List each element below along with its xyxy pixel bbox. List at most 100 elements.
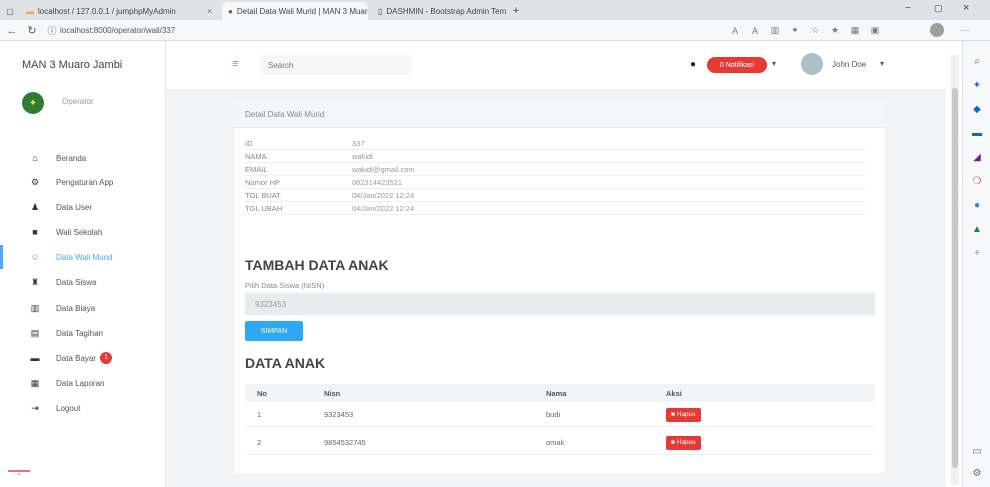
sidebar-item-pengaturan-app[interactable]: ⚙ Pengaturan App: [0, 170, 165, 194]
minimize-button[interactable]: −: [905, 3, 911, 14]
sidebar-item-data-bayar[interactable]: ▬ Data Bayar 1: [0, 346, 165, 370]
sidebar-item-data-wali-murid[interactable]: ☺ Data Wali Murid: [0, 245, 165, 269]
add-panel-icon[interactable]: +: [970, 246, 984, 260]
detail-row-id: ID 337: [245, 138, 865, 150]
cell-nama: budi: [546, 410, 561, 419]
sidebar-item-wali-sekolah[interactable]: ■ Wali Sekolah: [0, 220, 165, 244]
new-tab-button[interactable]: +: [508, 2, 524, 20]
user-name[interactable]: John Doe: [832, 60, 866, 69]
chevron-down-icon[interactable]: ▾: [772, 59, 776, 68]
office-icon[interactable]: ❍: [970, 174, 984, 188]
notification-badge[interactable]: 0 Notifikasi: [707, 57, 767, 73]
favorites-icon[interactable]: ★: [828, 23, 842, 38]
detail-value: 04/Jan/2022 12:24: [352, 204, 415, 213]
card-title: Detail Data Wali Murid: [245, 110, 325, 119]
sidebar-item-label: Data Siswa: [56, 277, 97, 287]
profile-avatar[interactable]: [930, 23, 944, 37]
sidebar-item-beranda[interactable]: ⌂ Beranda: [0, 146, 165, 170]
reload-icon[interactable]: ↻: [24, 23, 40, 38]
more-options-icon[interactable]: ⋯: [958, 23, 972, 38]
browser-tab-phpmyadmin[interactable]: ▬ localhost / 127.0.0.1 / jumphpMyAdmin …: [20, 2, 218, 20]
cell-nisn: 9854532745: [324, 438, 366, 447]
sidebar-item-data-siswa[interactable]: ♜ Data Siswa: [0, 270, 165, 294]
sidebar-item-data-laporan[interactable]: ▦ Data Laporan: [0, 371, 165, 395]
extensions-icon[interactable]: ✦: [788, 23, 802, 38]
report-icon: ▦: [30, 377, 40, 388]
user-avatar[interactable]: [801, 53, 823, 75]
detail-row-email: EMAIL wakidi@gmail.com: [245, 164, 865, 176]
student-icon: ♜: [30, 276, 40, 287]
site-favicon-icon: ●: [228, 6, 233, 16]
cell-nama: omak: [546, 438, 565, 447]
collections-icon[interactable]: ▦: [848, 23, 862, 38]
table-header: No Nisn Nama Aksi: [245, 384, 875, 402]
outlook-icon[interactable]: ●: [970, 198, 984, 212]
shopping-icon[interactable]: ◆: [970, 102, 984, 116]
page-favicon-icon: ▯: [378, 6, 383, 16]
back-arrow-icon[interactable]: ←: [4, 23, 20, 38]
role-label: Operator: [62, 97, 94, 106]
search-input[interactable]: [260, 55, 412, 75]
translate-icon[interactable]: A: [748, 23, 762, 38]
delete-label: Hapus: [676, 411, 696, 418]
close-tab-icon[interactable]: ×: [207, 7, 212, 16]
sidebar-item-label: Beranda: [56, 153, 87, 163]
search-icon[interactable]: ⌕: [970, 54, 984, 68]
favorite-icon[interactable]: ☆: [808, 23, 822, 38]
settings-icon[interactable]: ⚙: [970, 466, 984, 480]
games-icon[interactable]: ◢: [970, 150, 984, 164]
cell-aksi: ■ Hapus: [666, 407, 766, 422]
back-to-top-icon[interactable]: ⌃: [8, 470, 30, 486]
sidebar-item-data-tagihan[interactable]: ▤ Data Tagihan: [0, 321, 165, 345]
address-bar[interactable]: localhost:8000/operator/wali/337: [60, 23, 700, 38]
cell-nisn: 9323453: [324, 410, 354, 419]
tab-actions-icon[interactable]: ▢: [4, 2, 16, 20]
bell-icon[interactable]: ●: [690, 59, 696, 70]
chart-icon: ▥: [30, 302, 40, 313]
sidebar-item-logout[interactable]: ⇥ Logout: [0, 396, 165, 420]
maximize-button[interactable]: ▢: [934, 3, 943, 14]
browser-tab-detail[interactable]: ● Detail Data Wali Murid | MAN 3 Muaro J…: [222, 2, 368, 20]
sidebar-item-label: Data Bayar: [56, 353, 97, 363]
cell-aksi: ■ Hapus: [666, 435, 766, 450]
detail-key: TGL UBAH: [245, 204, 283, 213]
reader-view-icon[interactable]: ▥: [768, 23, 782, 38]
sidebar-item-label: Data Tagihan: [56, 328, 103, 338]
detail-value: 337: [352, 139, 365, 148]
tab-label: localhost / 127.0.0.1 / jumphpMyAdmin: [38, 6, 176, 16]
sidebar-item-data-biaya[interactable]: ▥ Data Biaya: [0, 296, 165, 320]
close-window-button[interactable]: ×: [963, 2, 969, 14]
copilot-icon[interactable]: ✦: [970, 78, 984, 92]
tools-icon[interactable]: ▬: [970, 126, 984, 140]
delete-button[interactable]: ■ Hapus: [666, 407, 701, 422]
detail-key: TGL BUAT: [245, 191, 281, 200]
save-button[interactable]: SIMPAN: [245, 321, 303, 341]
browser-tab-strip: ▢ ▬ localhost / 127.0.0.1 / jumphpMyAdmi…: [0, 0, 990, 20]
info-icon[interactable]: ⓘ: [44, 23, 60, 38]
delete-button[interactable]: ■ Hapus: [666, 435, 701, 450]
browser-tab-dashmin[interactable]: ▯ DASHMIN - Bootstrap Admin Template ×: [372, 2, 506, 20]
sidebar-item-data-user[interactable]: ♟ Data User: [0, 195, 165, 219]
drop-icon[interactable]: ▲: [970, 222, 984, 236]
detail-key: NAMA: [245, 152, 267, 161]
tab-label: DASHMIN - Bootstrap Admin Template: [386, 6, 506, 16]
detail-value: 082314423521: [352, 178, 403, 187]
cell-no: 1: [257, 410, 262, 419]
brand-title[interactable]: MAN 3 Muaro Jambi: [22, 59, 122, 71]
school-icon: ■: [32, 227, 38, 237]
nisn-field[interactable]: [245, 293, 875, 315]
detail-row-tgl-ubah: TGL UBAH 04/Jan/2022 12:24: [245, 203, 865, 215]
detail-value: wakidi: [352, 152, 373, 161]
panel-layout-icon[interactable]: ▭: [970, 444, 984, 458]
chevron-down-icon[interactable]: ▾: [880, 59, 884, 68]
detail-row-nomor-hp: Nomor HP 082314423521: [245, 177, 865, 189]
parent-icon: ☺: [30, 252, 40, 262]
scrollbar-thumb[interactable]: [952, 88, 958, 468]
menu-toggle-icon[interactable]: ≡: [232, 58, 244, 70]
detail-key: ID: [245, 139, 253, 148]
sidebar-item-label: Data Wali Murid: [56, 252, 113, 262]
read-aloud-icon[interactable]: A: [728, 23, 742, 38]
payment-icon: ▬: [30, 353, 40, 363]
split-screen-icon[interactable]: ▣: [868, 23, 882, 38]
operator-avatar: ✦: [22, 92, 44, 114]
